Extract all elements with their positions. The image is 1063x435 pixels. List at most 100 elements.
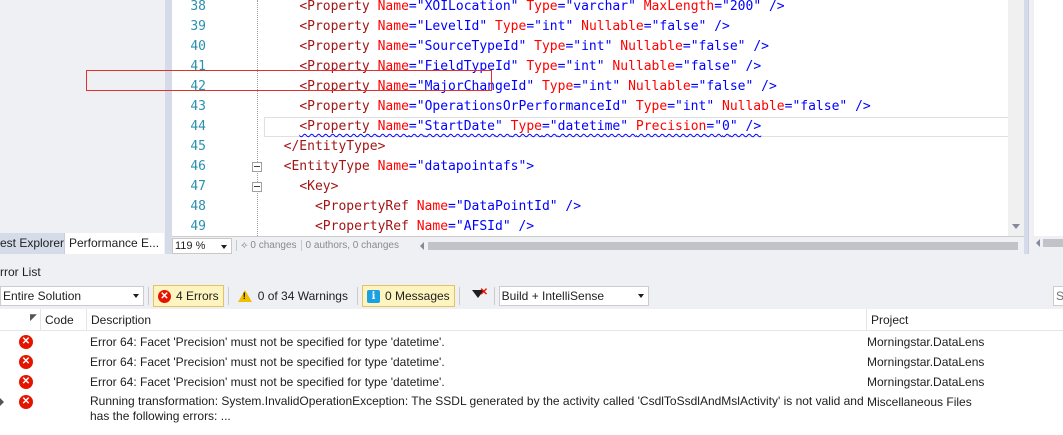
code-token: Nullable: [581, 19, 644, 34]
horizontal-scroll-thumb[interactable]: [428, 242, 1018, 250]
error-list-panel: rror List Entire Solution ✕ 4 Errors 0 o…: [0, 262, 1063, 435]
code-line: <Property Name="LevelId" Type="int" Null…: [268, 17, 730, 37]
code-token: =": [448, 219, 464, 234]
code-token: =": [526, 19, 542, 34]
code-token: ": [510, 0, 527, 14]
error-icon: ✕: [158, 289, 171, 303]
code-token: <Property: [299, 99, 378, 114]
code-tokens: <Property Name="OperationsOrPerformanceI…: [299, 99, 870, 114]
codelens-changes-text: 0 changes: [250, 240, 297, 251]
code-token: Nullable: [628, 79, 691, 94]
column-header-description[interactable]: Description: [86, 309, 866, 331]
vertical-scrollbar[interactable]: [1008, 0, 1024, 236]
build-filter-dropdown[interactable]: Build + IntelliSense: [498, 286, 649, 306]
code-editor[interactable]: 38 39 40 41 42 43 44 45 46 47 48 49 <Property Name=…: [172, 0, 1024, 236]
table-row[interactable]: ✕ Error 64: Facet 'Precision' must not b…: [0, 332, 1063, 352]
scope-dropdown[interactable]: Entire Solution: [0, 286, 144, 306]
code-token: <Property: [299, 119, 378, 134]
right-scroll-thumb[interactable]: [1043, 239, 1063, 247]
code-tokens: </EntityType>: [284, 139, 386, 154]
code-token: SourceTypeId: [424, 39, 519, 54]
toolbar-separator: [227, 287, 229, 305]
code-token: StartDate: [424, 119, 496, 134]
code-token: Type: [510, 119, 542, 134]
code-token: false: [698, 39, 738, 54]
line-number: 49: [190, 219, 206, 234]
editor-status-bar: 119 % ⟡ 0 changes 0 authors, 0 changes: [172, 236, 1024, 254]
zoom-dropdown[interactable]: 119 %: [172, 237, 232, 254]
collapse-icon[interactable]: [252, 162, 262, 172]
code-line: <Property Name="SourceTypeId" Type="int"…: [268, 37, 769, 57]
code-line: <Property Name="OperationsOrPerformanceI…: [268, 97, 870, 117]
errors-filter-button[interactable]: ✕ 4 Errors: [153, 285, 224, 307]
code-token: =": [573, 79, 589, 94]
error-project: Morningstar.DataLens: [867, 375, 985, 389]
info-icon: i: [366, 289, 380, 303]
code-token: int: [682, 99, 707, 114]
expand-row-icon[interactable]: [0, 398, 4, 406]
tab-performance-explorer[interactable]: Performance E...: [64, 233, 164, 254]
code-token: ": [479, 19, 496, 34]
code-tokens: <Property Name="XOILocation" Type="varch…: [299, 0, 784, 14]
code-token: <Property: [299, 39, 378, 54]
error-description: Running transformation: System.InvalidOp…: [90, 394, 864, 423]
codelens-authors[interactable]: 0 authors, 0 changes: [300, 240, 403, 251]
error-icon: ✕: [19, 375, 33, 389]
code-token: =": [408, 119, 425, 134]
clear-filter-icon[interactable]: ✕: [468, 285, 490, 307]
code-token: varchar: [573, 0, 629, 14]
code-token: XOILocation: [424, 0, 511, 14]
right-editor-pane[interactable]: [1034, 0, 1063, 236]
code-token: ": [495, 119, 511, 134]
messages-filter-label: 0 Messages: [384, 289, 450, 303]
search-error-list-input[interactable]: S: [1053, 286, 1063, 306]
code-token: " />: [729, 59, 762, 74]
selection-highlight: [86, 70, 492, 91]
code-area[interactable]: <Property Name="XOILocation" Type="varch…: [264, 0, 1009, 236]
column-header-code[interactable]: Code: [40, 309, 86, 331]
code-token: =": [408, 39, 425, 54]
warnings-filter-button[interactable]: 0 of 34 Warnings: [233, 285, 353, 307]
tab-test-explorer[interactable]: est Explorer: [0, 233, 64, 254]
code-token: Type: [541, 79, 574, 94]
code-token: Name: [377, 159, 409, 174]
code-token: 200: [729, 0, 754, 14]
code-token: " />: [698, 19, 730, 34]
code-token: =": [682, 39, 699, 54]
line-number: 46: [190, 159, 206, 174]
messages-filter-button[interactable]: i 0 Messages: [361, 285, 455, 307]
clear-x-mark: ✕: [479, 287, 489, 298]
codelens-changes-label: ⟡: [241, 240, 251, 251]
code-token: =": [408, 0, 425, 14]
scroll-left-icon[interactable]: [1036, 239, 1040, 247]
code-token: ": [620, 99, 636, 114]
codelens-changes[interactable]: ⟡ 0 changes: [236, 240, 301, 251]
code-line: <EntityType Name="datapointafs">: [268, 157, 534, 177]
errors-filter-label: 4 Errors: [176, 289, 219, 303]
code-token: =": [714, 0, 730, 14]
table-row[interactable]: ✕ Error 64: Facet 'Precision' must not b…: [0, 352, 1063, 372]
collapse-icon[interactable]: [252, 182, 262, 192]
code-token: Type: [495, 19, 527, 34]
horizontal-scrollbar[interactable]: [420, 241, 1020, 250]
scroll-left-icon[interactable]: [420, 242, 424, 250]
warnings-filter-label: 0 of 34 Warnings: [257, 289, 348, 303]
line-number: 44: [190, 119, 206, 134]
code-token: Name: [416, 199, 449, 214]
right-horizontal-scrollbar[interactable]: [1034, 238, 1063, 248]
error-description: Error 64: Facet 'Precision' must not be …: [90, 355, 445, 369]
code-token: " />: [737, 39, 769, 54]
code-tokens: <Key>: [299, 179, 338, 194]
error-list-title: rror List: [0, 262, 1063, 283]
scroll-down-icon[interactable]: [1012, 224, 1020, 229]
table-row[interactable]: ✕ Running transformation: System.Invalid…: [0, 392, 1063, 428]
column-header-project[interactable]: Project: [866, 309, 1063, 331]
table-row[interactable]: ✕ Error 64: Facet 'Precision' must not b…: [0, 372, 1063, 392]
chevron-down-icon: [637, 294, 644, 298]
code-token: =": [675, 59, 691, 74]
column-options-icon[interactable]: ◤: [30, 312, 37, 323]
